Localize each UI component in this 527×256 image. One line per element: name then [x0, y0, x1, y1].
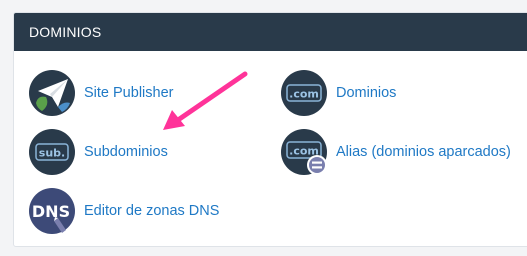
dns-zone-editor-link[interactable]: Editor de zonas DNS	[84, 203, 219, 219]
aliases-item[interactable]: .com Alias (dominios aparcados)	[280, 127, 511, 177]
subdomains-link[interactable]: Subdominios	[84, 144, 168, 160]
aliases-link[interactable]: Alias (dominios aparcados)	[336, 144, 511, 160]
domains-icon: .com	[280, 69, 328, 117]
subdomains-icon: sub.	[28, 128, 76, 176]
subdomains-item[interactable]: sub. Subdominios	[28, 127, 168, 177]
aliases-icon: .com	[280, 128, 328, 176]
svg-text:.com: .com	[289, 88, 319, 101]
svg-text:sub.: sub.	[39, 147, 65, 160]
panel-title: DOMINIOS	[14, 13, 527, 51]
svg-text:DNS: DNS	[32, 202, 70, 221]
domains-item[interactable]: .com Dominios	[280, 68, 396, 118]
site-publisher-link[interactable]: Site Publisher	[84, 85, 173, 101]
site-publisher-item[interactable]: Site Publisher	[28, 68, 173, 118]
domains-panel: DOMINIOS Site Publisher .com Dominios su…	[13, 12, 527, 247]
site-publisher-icon	[28, 69, 76, 117]
dns-zone-editor-item[interactable]: DNS Editor de zonas DNS	[28, 186, 219, 236]
dns-zone-editor-icon: DNS	[28, 187, 76, 235]
domains-link[interactable]: Dominios	[336, 85, 396, 101]
